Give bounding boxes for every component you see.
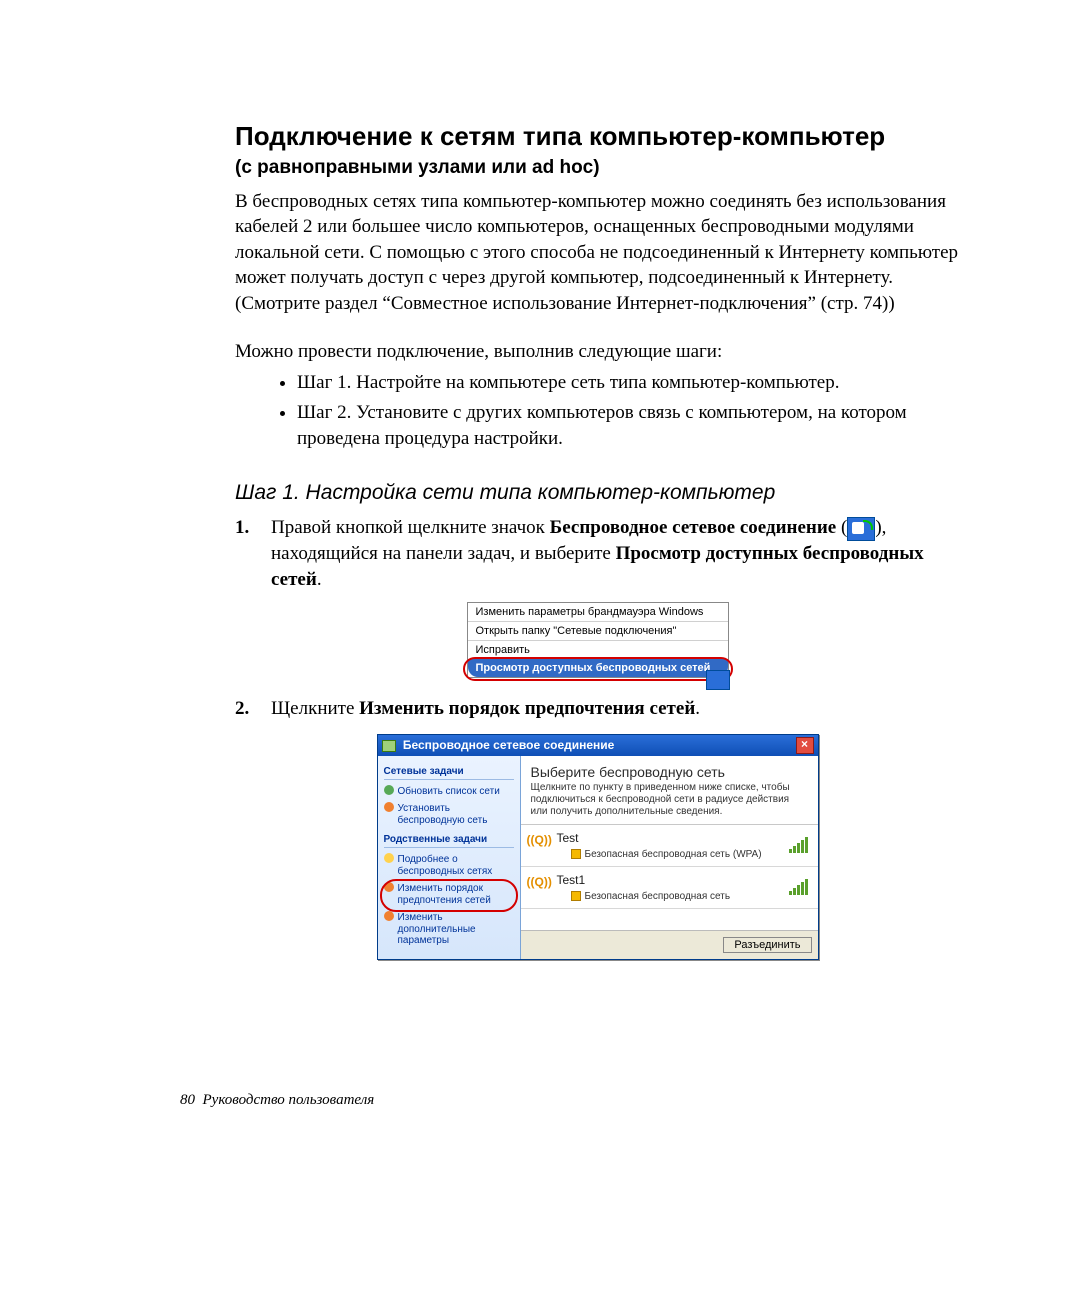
disconnect-button[interactable]: Разъединить (723, 937, 811, 953)
lock-icon (571, 849, 581, 859)
context-menu-item[interactable]: Открыть папку "Сетевые подключения" (468, 622, 728, 641)
text: Щелкните (271, 698, 359, 719)
sidebar-link-label: Изменить дополнительные параметры (398, 912, 476, 946)
network-security: Безопасная беспроводная сеть (WPA) (529, 849, 810, 860)
lock-icon (571, 891, 581, 901)
network-item[interactable]: ((Q)) Test1 Безопасная беспроводная сеть (521, 867, 818, 909)
signal-strength-icon (789, 879, 808, 895)
sidebar-link-advanced[interactable]: Изменить дополнительные параметры (384, 910, 514, 951)
sidebar-link-label: Изменить порядок предпочтения сетей (398, 883, 491, 906)
antenna-icon: ((Q)) (527, 875, 552, 889)
context-menu-figure: Изменить параметры брандмауэра Windows О… (467, 602, 729, 678)
star-icon (384, 882, 394, 892)
bold-text: Изменить порядок предпочтения сетей (359, 698, 695, 719)
page-subtitle: (с равноправными узлами или ad hoc) (235, 157, 960, 179)
dialog-titlebar: Беспроводное сетевое соединение × (378, 735, 818, 756)
wireless-tray-icon (706, 670, 730, 690)
sidebar-link-reorder[interactable]: Изменить порядок предпочтения сетей (384, 881, 514, 910)
info-icon (384, 853, 394, 863)
close-button[interactable]: × (796, 737, 814, 754)
network-security: Безопасная беспроводная сеть (529, 891, 810, 902)
page-title: Подключение к сетям типа компьютер-компь… (235, 120, 960, 153)
intro-paragraph-1: В беспроводных сетях типа компьютер-комп… (235, 189, 960, 317)
network-name: Test1 (529, 873, 810, 887)
dialog-main: Выберите беспроводную сеть Щелкните по п… (521, 756, 818, 959)
context-menu-item[interactable]: Изменить параметры брандмауэра Windows (468, 603, 728, 622)
sidebar-group-title: Родственные задачи (384, 830, 514, 848)
network-item[interactable]: ((Q)) Test Безопасная беспроводная сеть … (521, 825, 818, 867)
steps-summary-list: Шаг 1. Настройте на компьютере сеть типа… (235, 370, 960, 451)
dialog-title-text: Беспроводное сетевое соединение (403, 738, 615, 752)
step1-item-2: 2. Щелкните Изменить порядок предпочтени… (235, 696, 960, 722)
sidebar-link-label: Установить беспроводную сеть (398, 803, 488, 826)
dialog-main-header: Выберите беспроводную сеть (521, 756, 818, 782)
sidebar-link-setup[interactable]: Установить беспроводную сеть (384, 801, 514, 830)
dialog-sidebar: Сетевые задачи Обновить список сети Уста… (378, 756, 521, 959)
sidebar-link-label: Подробнее о беспроводных сетях (398, 854, 493, 877)
context-menu-item-selected[interactable]: Просмотр доступных беспроводных сетей (468, 659, 728, 677)
context-menu-item[interactable]: Исправить (468, 641, 728, 659)
wireless-icon (382, 740, 396, 752)
signal-strength-icon (789, 837, 808, 853)
page-footer: 80 Руководство пользователя (180, 1092, 374, 1109)
text: Правой кнопкой щелкните значок (271, 517, 550, 538)
sidebar-group-title: Сетевые задачи (384, 762, 514, 780)
step1-item-1: 1. Правой кнопкой щелкните значок Беспро… (235, 515, 960, 592)
wireless-tray-icon (847, 517, 875, 541)
text: . (695, 698, 700, 719)
step-summary-1: Шаг 1. Настройте на компьютере сеть типа… (297, 370, 960, 396)
intro-paragraph-2: Можно провести подключение, выполнив сле… (235, 339, 960, 365)
refresh-icon (384, 785, 394, 795)
item-number: 1. (235, 515, 271, 592)
gear-icon (384, 911, 394, 921)
dialog-button-bar: Разъединить (521, 930, 818, 959)
dialog-title: Беспроводное сетевое соединение (382, 738, 615, 752)
step-summary-2: Шаг 2. Установите с других компьютеров с… (297, 400, 960, 451)
sidebar-link-label: Обновить список сети (398, 786, 500, 797)
network-icon (384, 802, 394, 812)
bold-text: Беспроводное сетевое соединение (550, 517, 837, 538)
footer-text: Руководство пользователя (203, 1092, 375, 1108)
network-list: ((Q)) Test Безопасная беспроводная сеть … (521, 824, 818, 930)
item-number: 2. (235, 696, 271, 722)
sidebar-link-about[interactable]: Подробнее о беспроводных сетях (384, 852, 514, 881)
text: . (317, 569, 322, 590)
page-number: 80 (180, 1092, 195, 1108)
wireless-dialog-figure: Беспроводное сетевое соединение × Сетевы… (377, 734, 819, 960)
step1-heading: Шаг 1. Настройка сети типа компьютер-ком… (235, 481, 960, 505)
sidebar-link-refresh[interactable]: Обновить список сети (384, 784, 514, 802)
antenna-icon: ((Q)) (527, 833, 552, 847)
network-name: Test (529, 831, 810, 845)
dialog-main-desc: Щелкните по пункту в приведенном ниже сп… (521, 782, 818, 824)
